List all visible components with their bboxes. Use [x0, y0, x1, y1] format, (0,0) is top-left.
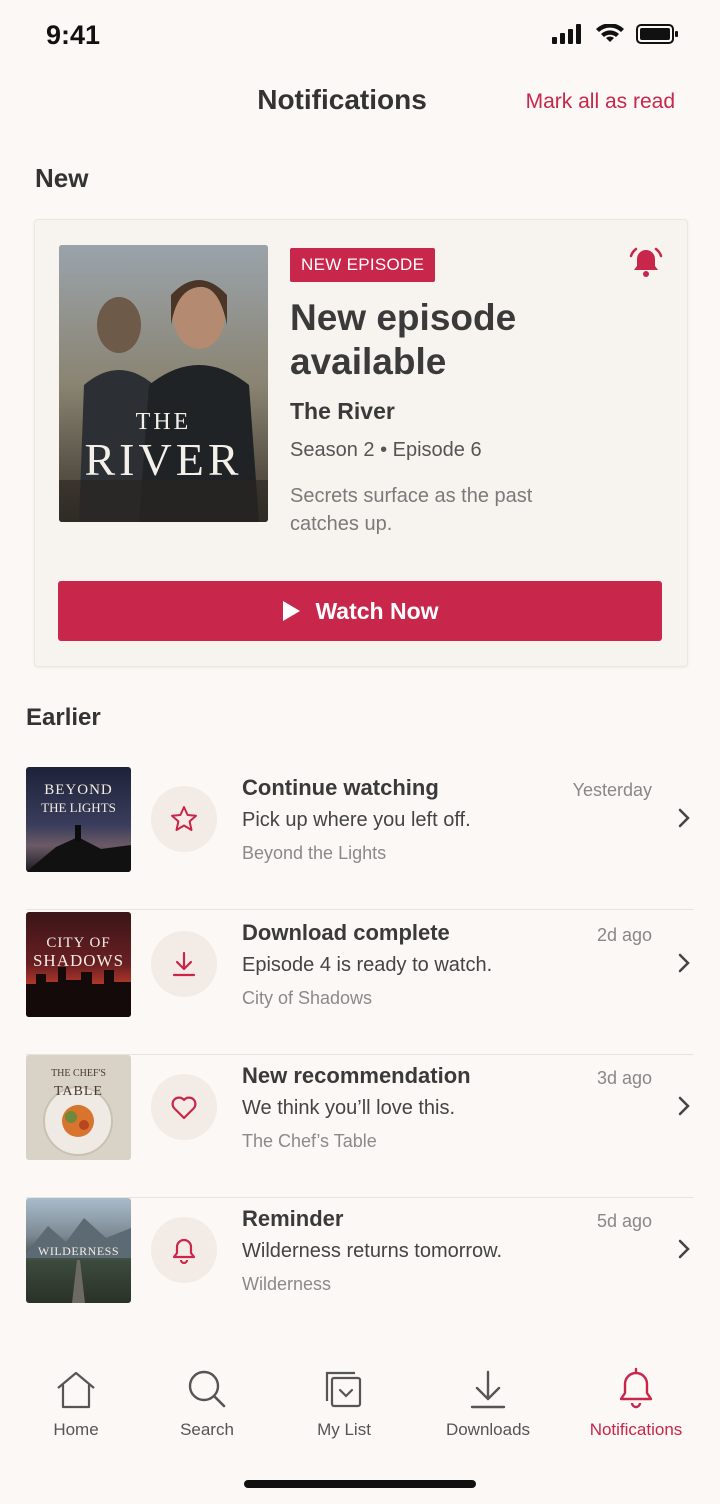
mark-all-read-button[interactable]: Mark all as read	[526, 90, 675, 114]
nav-label: Home	[53, 1420, 99, 1439]
notification-title: Reminder	[242, 1206, 344, 1231]
notification-time: 2d ago	[596, 925, 652, 945]
notification-title: Download complete	[242, 920, 450, 945]
ringing-bell-icon	[627, 244, 665, 287]
star-icon	[171, 806, 197, 831]
notification-message: Wilderness returns tomorrow.	[242, 1240, 503, 1262]
featured-description: Secrets surface as the past catches up.	[290, 485, 533, 535]
notification-row[interactable]: BEYOND THE LIGHTS Continue watching Pick…	[26, 767, 694, 910]
notification-title: Continue watching	[242, 775, 439, 800]
notification-type-badge	[151, 1074, 217, 1140]
notification-show: The Chef’s Table	[242, 1131, 377, 1151]
watch-now-button[interactable]: Watch Now	[58, 581, 662, 641]
notification-row[interactable]: THE CHEF'S TABLE New recommendation We t…	[26, 1055, 694, 1198]
status-time: 9:41	[46, 20, 101, 50]
notification-show: City of Shadows	[242, 988, 373, 1008]
wifi-icon	[596, 24, 624, 42]
notification-time: 3d ago	[596, 1068, 652, 1088]
download-icon	[470, 1370, 506, 1409]
nav-home[interactable]: Home	[16, 1362, 136, 1440]
poster-city-of-shadows: CITY OF SHADOWS	[26, 912, 131, 1017]
play-icon	[283, 601, 301, 621]
poster-title-line2: RIVER	[84, 434, 243, 485]
watch-now-label: Watch Now	[315, 597, 439, 624]
notification-row[interactable]: WILDERNESS Reminder Wilderness returns t…	[26, 1198, 694, 1308]
home-indicator[interactable]	[244, 1480, 476, 1488]
search-icon	[188, 1370, 226, 1408]
nav-my-list[interactable]: My List	[284, 1362, 404, 1440]
poster-art	[26, 825, 131, 872]
nav-label: My List	[317, 1420, 371, 1439]
notification-message: Episode 4 is ready to watch.	[242, 954, 493, 976]
bell-icon	[619, 1367, 653, 1409]
chevron-right-icon[interactable]	[676, 1095, 692, 1122]
new-episode-badge: NEW EPISODE	[290, 248, 436, 282]
nav-label: Notifications	[589, 1420, 683, 1439]
chevron-right-icon[interactable]	[676, 1238, 692, 1265]
section-heading-new: New	[35, 163, 89, 193]
signal-icon	[552, 24, 581, 44]
notification-title: New recommendation	[242, 1063, 471, 1088]
my-list-icon	[325, 1371, 362, 1408]
notification-show: Wilderness	[242, 1274, 332, 1294]
poster-the-chefs-table: THE CHEF'S TABLE	[26, 1055, 131, 1160]
poster-art	[26, 967, 131, 1017]
bell-icon	[172, 1238, 196, 1265]
heart-icon	[171, 1096, 197, 1120]
notification-message: We think you’ll love this.	[242, 1097, 456, 1119]
nav-label: Downloads	[445, 1420, 531, 1439]
thumb-title-line2: WILDERNESS	[38, 1244, 119, 1258]
divider	[26, 909, 694, 910]
notification-type-badge	[151, 786, 217, 852]
poster-title-line1: THE	[135, 409, 192, 435]
status-icons	[552, 24, 678, 44]
poster-the-river[interactable]: THE RIVER	[59, 245, 268, 522]
section-heading-earlier: Earlier	[26, 704, 101, 731]
nav-label: Search	[180, 1420, 234, 1439]
notification-type-badge	[151, 1217, 217, 1283]
featured-show-title: The River	[290, 398, 395, 424]
featured-heading: New episode available	[290, 297, 517, 382]
notification-message: Pick up where you left off.	[242, 809, 471, 831]
nav-search[interactable]: Search	[147, 1362, 267, 1440]
featured-notification-card[interactable]: THE RIVER NEW EPISODE New episode availa…	[34, 219, 688, 667]
home-icon	[57, 1371, 95, 1409]
thumb-title-line1: THE CHEF'S	[51, 1068, 106, 1079]
chevron-right-icon[interactable]	[676, 807, 692, 834]
notification-type-badge	[151, 931, 217, 997]
nav-notifications[interactable]: Notifications	[576, 1362, 696, 1440]
thumb-title-line2: TABLE	[54, 1084, 103, 1099]
chevron-right-icon[interactable]	[676, 952, 692, 979]
nav-downloads[interactable]: Downloads	[428, 1362, 548, 1440]
bottom-nav: Home Search My List Downloads Notificati…	[0, 1362, 720, 1452]
download-icon	[172, 951, 196, 977]
battery-icon	[636, 24, 678, 44]
poster-wilderness: WILDERNESS	[26, 1198, 131, 1303]
featured-episode-meta: Season 2 • Episode 6	[290, 439, 482, 461]
notification-show: Beyond the Lights	[242, 843, 387, 863]
notification-row[interactable]: CITY OF SHADOWS Download complete Episod…	[26, 912, 694, 1055]
notification-time: Yesterday	[572, 780, 652, 800]
notification-time: 5d ago	[596, 1211, 652, 1231]
poster-beyond-the-lights: BEYOND THE LIGHTS	[26, 767, 131, 872]
